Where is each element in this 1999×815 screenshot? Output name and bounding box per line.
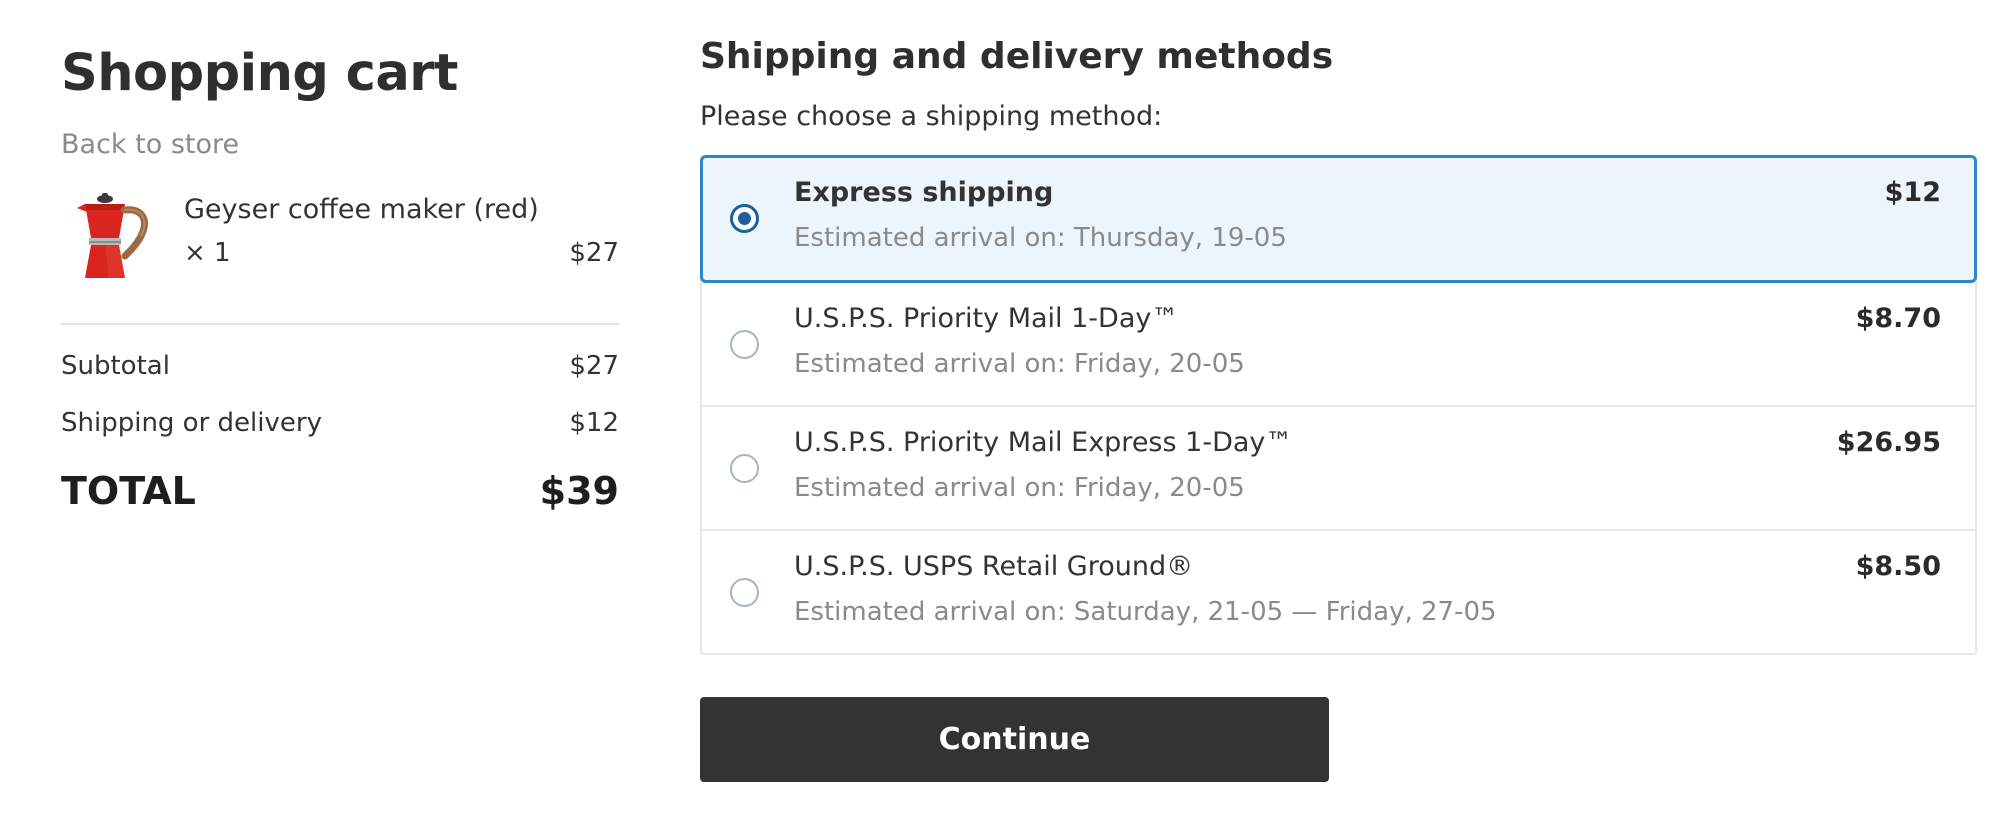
radio-button[interactable]	[730, 578, 759, 607]
radio-button-selected[interactable]	[730, 204, 759, 233]
shipping-option-name: Express shipping	[794, 177, 1054, 208]
shipping-prompt: Please choose a shipping method:	[700, 101, 1163, 132]
shipping-option-eta: Estimated arrival on: Friday, 20-05	[794, 349, 1245, 379]
subtotal-value: $27	[569, 351, 619, 381]
continue-button[interactable]: Continue	[700, 697, 1329, 782]
shipping-method-list: Express shipping Estimated arrival on: T…	[700, 155, 1977, 655]
divider	[61, 323, 619, 325]
shipping-option-price: $12	[1884, 177, 1941, 208]
total-value: $39	[539, 469, 619, 513]
shipping-option-price: $8.70	[1855, 303, 1941, 334]
cart-item: Geyser coffee maker (red) × 1 $27	[61, 186, 619, 286]
shipping-option-name: U.S.P.S. Priority Mail 1-Day™	[794, 303, 1179, 334]
radio-dot-icon	[738, 212, 751, 225]
shipping-option-priority-express-1-day[interactable]: U.S.P.S. Priority Mail Express 1-Day™ Es…	[702, 405, 1975, 529]
red-moka-pot-image	[77, 193, 148, 278]
total-label: TOTAL	[61, 469, 196, 513]
subtotal-row: Subtotal $27	[61, 351, 619, 381]
shipping-option-eta: Estimated arrival on: Saturday, 21-05 — …	[794, 597, 1497, 627]
shipping-option-retail-ground[interactable]: U.S.P.S. USPS Retail Ground® Estimated a…	[702, 529, 1975, 653]
shipping-value: $12	[569, 408, 619, 438]
shipping-panel: Shipping and delivery methods Please cho…	[700, 32, 1977, 782]
shipping-option-priority-1-day[interactable]: U.S.P.S. Priority Mail 1-Day™ Estimated …	[702, 281, 1975, 405]
shipping-option-name: U.S.P.S. Priority Mail Express 1-Day™	[794, 427, 1293, 458]
item-quantity: × 1	[184, 238, 231, 268]
shipping-option-price: $26.95	[1836, 427, 1941, 458]
shipping-title: Shipping and delivery methods	[700, 36, 1334, 77]
shipping-option-eta: Estimated arrival on: Friday, 20-05	[794, 473, 1245, 503]
radio-button[interactable]	[730, 454, 759, 483]
shipping-label: Shipping or delivery	[61, 408, 322, 438]
item-name: Geyser coffee maker (red)	[184, 194, 539, 225]
shipping-option-price: $8.50	[1855, 551, 1941, 582]
back-to-store-link[interactable]: Back to store	[61, 129, 239, 160]
item-price: $27	[569, 238, 619, 268]
cart-panel: Shopping cart Back to store Geyser coffe…	[61, 40, 619, 513]
shipping-option-name: U.S.P.S. USPS Retail Ground®	[794, 551, 1194, 582]
page-title: Shopping cart	[61, 44, 458, 103]
shipping-option-express[interactable]: Express shipping Estimated arrival on: T…	[700, 155, 1977, 283]
shipping-option-eta: Estimated arrival on: Thursday, 19-05	[794, 223, 1287, 253]
radio-button[interactable]	[730, 330, 759, 359]
shipping-row: Shipping or delivery $12	[61, 408, 619, 438]
total-row: TOTAL $39	[61, 469, 619, 513]
subtotal-label: Subtotal	[61, 351, 170, 381]
